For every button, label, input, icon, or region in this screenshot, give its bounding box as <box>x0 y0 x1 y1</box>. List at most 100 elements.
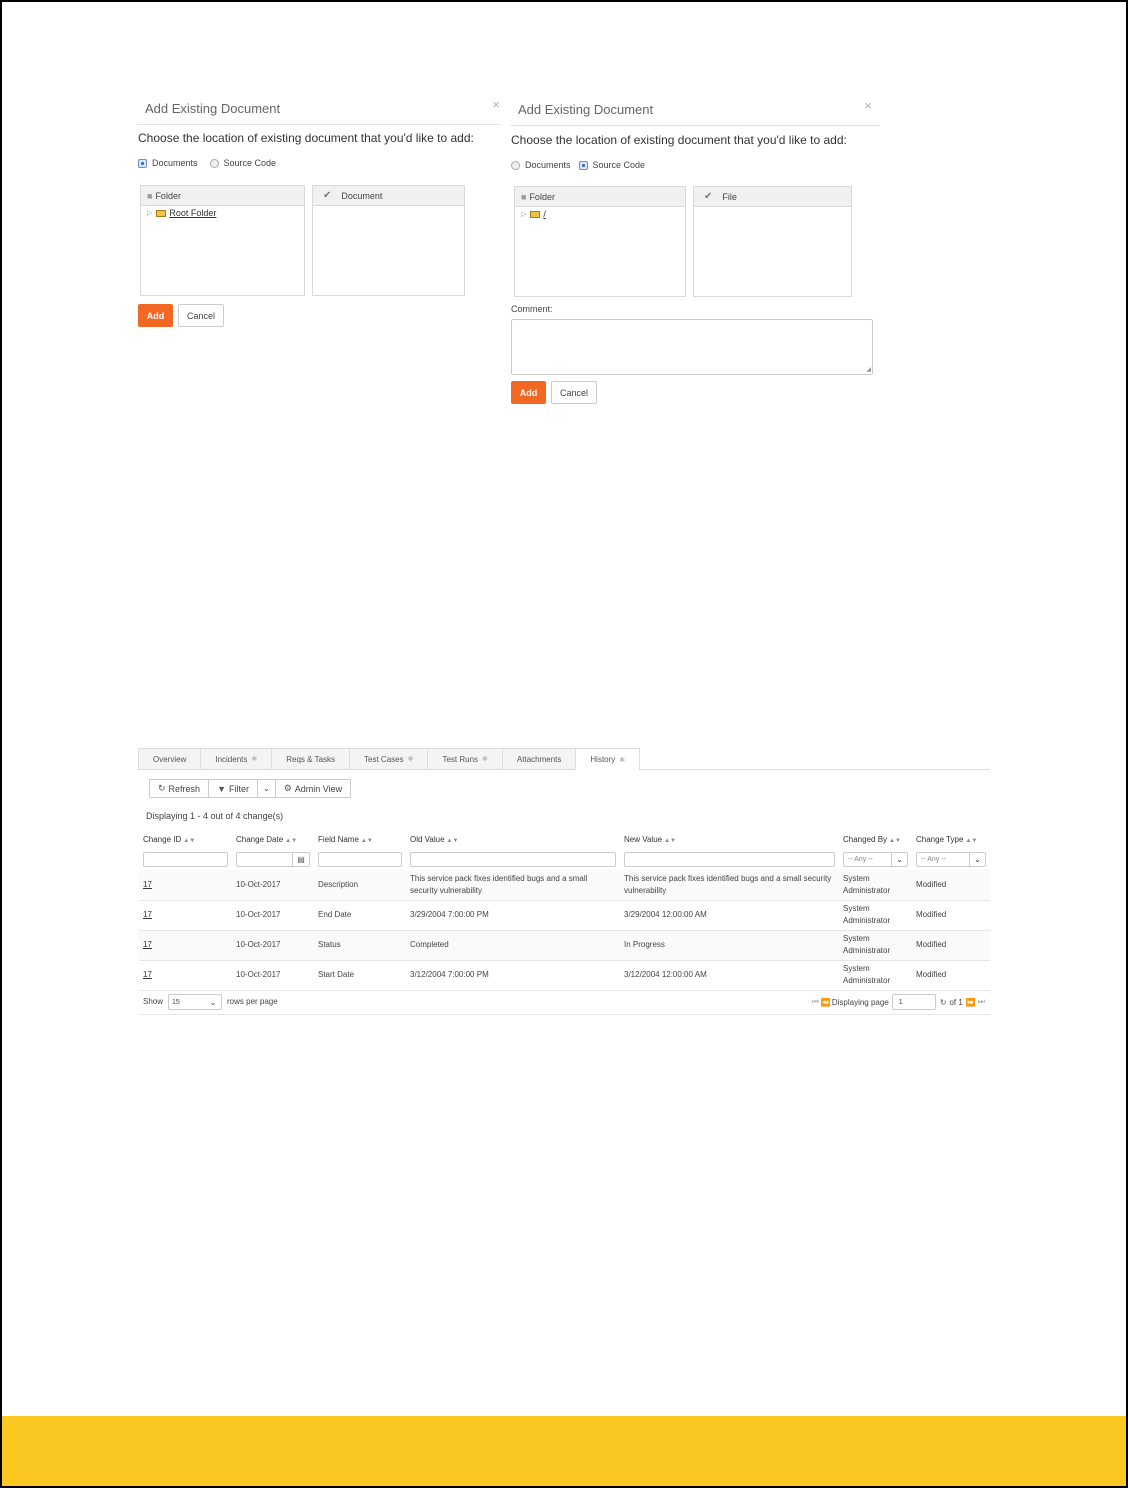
table-row: 17 10-Oct-2017 Description This service pac… <box>139 870 990 900</box>
sort-icon[interactable]: ▲▼ <box>285 838 297 844</box>
rows-per-page-select[interactable]: 15 ⌄ <box>168 994 222 1010</box>
folder-icon: ■ <box>521 191 527 202</box>
column-header-change-type[interactable]: Change Type ▲▼ <box>912 830 990 848</box>
table-row: 17 10-Oct-2017 Status Completed In Progress S… <box>139 929 990 960</box>
page-number-input[interactable]: 1 <box>891 994 936 1010</box>
tab-test-runs[interactable]: Test Runs ✱ <box>427 748 503 769</box>
old-value-text: 3/29/2004 7:00:00 PM <box>410 910 489 919</box>
changed-by-filter-select[interactable]: -- Any -- ⌄ <box>843 851 908 867</box>
tab-incidents[interactable]: Incidents ✱ <box>200 748 273 769</box>
changed-by-text: System Administrator <box>843 964 891 986</box>
old-value-text: This service pack fixes identified bugs … <box>410 873 588 895</box>
new-value-cell: This service pack fixes identified bugs … <box>620 870 839 900</box>
source-code-radio[interactable] <box>209 158 219 168</box>
file-pane-header: ✔ File <box>694 187 851 207</box>
next-page-icon[interactable]: ⏩ <box>966 998 976 1007</box>
change-date-text: 10-Oct-2017 <box>236 940 281 949</box>
column-header-field-name[interactable]: Field Name ▲▼ <box>314 830 406 848</box>
changed-by-cell: System Administrator <box>839 929 912 960</box>
file-pane: ✔ File <box>693 186 852 297</box>
previous-page-icon[interactable]: ⏪ <box>821 998 831 1007</box>
sort-icon[interactable]: ▲▼ <box>361 838 373 844</box>
calendar-icon[interactable]: ▤ <box>292 852 309 866</box>
column-header-new-value[interactable]: New Value ▲▼ <box>620 830 839 848</box>
close-icon[interactable]: × <box>864 98 872 113</box>
tree-node-root[interactable]: ▷ Root Folder <box>141 208 304 218</box>
change-type-filter-select[interactable]: -- Any -- ⌄ <box>916 851 986 867</box>
filter-row: ▤ -- Any -- ⌄ -- Any -- ⌄ <box>139 848 990 870</box>
field-name-filter-input[interactable] <box>318 851 402 867</box>
add-button[interactable]: Add <box>138 304 173 327</box>
column-header-change-date[interactable]: Change Date ▲▼ <box>232 830 314 848</box>
field-name-cell: Start Date <box>314 959 406 990</box>
close-icon[interactable]: × <box>492 97 500 112</box>
folder-pane: ■ Folder ▷ / <box>514 186 686 297</box>
cancel-button[interactable]: Cancel <box>551 381 597 404</box>
table-row: 17 10-Oct-2017 Start Date 3/12/2004 7:00:00… <box>139 959 990 990</box>
filter-label: Filter <box>228 783 249 794</box>
source-code-radio[interactable] <box>578 160 588 170</box>
expand-icon[interactable]: ▷ <box>147 209 152 217</box>
sort-icon[interactable]: ▲▼ <box>664 838 676 844</box>
tab-history[interactable]: History ✱ <box>575 748 641 770</box>
root-folder-link[interactable]: Root Folder <box>169 208 216 218</box>
resize-grip-icon[interactable]: ◢ <box>866 366 871 373</box>
old-value-cell: This service pack fixes identified bugs … <box>406 870 620 900</box>
documents-radio[interactable] <box>138 158 147 168</box>
tab-test-cases[interactable]: Test Cases ✱ <box>349 748 429 769</box>
source-code-radio-label: Source Code <box>223 158 277 168</box>
asterisk-icon: ✱ <box>482 756 488 763</box>
table-row: 17 10-Oct-2017 End Date 3/29/2004 7:00:00 P… <box>139 899 990 930</box>
old-value-filter-input[interactable] <box>410 851 616 867</box>
sort-icon[interactable]: ▲▼ <box>965 838 977 844</box>
tree-node-root[interactable]: ▷ / <box>515 209 685 219</box>
change-id-link[interactable]: 17 <box>143 910 152 919</box>
add-button[interactable]: Add <box>511 381 546 404</box>
expand-icon[interactable]: ▷ <box>521 210 526 218</box>
new-value-filter-input[interactable] <box>624 851 835 867</box>
column-header-old-value[interactable]: Old Value ▲▼ <box>406 830 620 848</box>
admin-view-button[interactable]: ⚙ Admin View <box>274 779 352 798</box>
tab-bar: Overview Incidents ✱ Reqs & Tasks Test Cases… <box>138 748 990 770</box>
sort-icon[interactable]: ▲▼ <box>447 838 459 844</box>
sort-icon[interactable]: ▲▼ <box>889 838 901 844</box>
tab-label: Test Cases <box>364 754 404 764</box>
change-date-text: 10-Oct-2017 <box>236 879 281 889</box>
old-value-cell: 3/29/2004 7:00:00 PM <box>406 899 620 930</box>
change-type-text: Modified <box>916 970 947 980</box>
refresh-icon[interactable]: ↻ <box>940 998 947 1007</box>
change-date-filter-input[interactable]: ▤ <box>236 851 310 867</box>
rows-per-page-label: rows per page <box>227 997 278 1006</box>
change-id-link[interactable]: 17 <box>143 940 152 949</box>
tab-reqs-tasks[interactable]: Reqs & Tasks <box>271 748 351 769</box>
last-page-icon[interactable]: ⏭ <box>978 997 985 1007</box>
refresh-button[interactable]: ↻ Refresh <box>149 779 210 798</box>
change-id-filter-input[interactable] <box>143 851 228 867</box>
filter-dropdown-button[interactable]: ⌄ <box>256 779 276 798</box>
column-header-changed-by[interactable]: Changed By ▲▼ <box>839 830 912 848</box>
folder-icon: ■ <box>147 190 153 201</box>
document-pane-header: ✔ Document <box>313 186 464 206</box>
change-id-link[interactable]: 17 <box>143 970 152 979</box>
cancel-button[interactable]: Cancel <box>178 304 224 327</box>
asterisk-icon: ✱ <box>619 756 626 764</box>
sort-icon[interactable]: ▲▼ <box>183 838 195 844</box>
admin-view-label: Admin View <box>294 783 343 794</box>
field-name-cell: Status <box>314 929 406 960</box>
change-id-link[interactable]: 17 <box>143 880 152 889</box>
folder-pane: ■ Folder ▷ Root Folder <box>140 185 305 296</box>
comment-textarea[interactable]: ◢ <box>511 319 873 375</box>
change-date-text: 10-Oct-2017 <box>236 970 281 980</box>
tab-attachments[interactable]: Attachments <box>501 748 577 769</box>
new-value-cell: In Progress <box>620 929 839 960</box>
tab-label: Attachments <box>516 754 562 764</box>
root-folder-link[interactable]: / <box>543 209 546 219</box>
dialog-header: Add Existing Document × <box>510 96 880 126</box>
tab-overview[interactable]: Overview <box>138 748 202 769</box>
first-page-icon[interactable]: ⏮ <box>812 997 819 1007</box>
change-type-text: Modified <box>916 910 947 919</box>
documents-radio[interactable] <box>511 160 520 170</box>
column-header-change-id[interactable]: Change ID ▲▼ <box>139 830 232 848</box>
change-type-text: Modified <box>916 879 947 889</box>
filter-button[interactable]: ▼ Filter <box>208 779 258 798</box>
